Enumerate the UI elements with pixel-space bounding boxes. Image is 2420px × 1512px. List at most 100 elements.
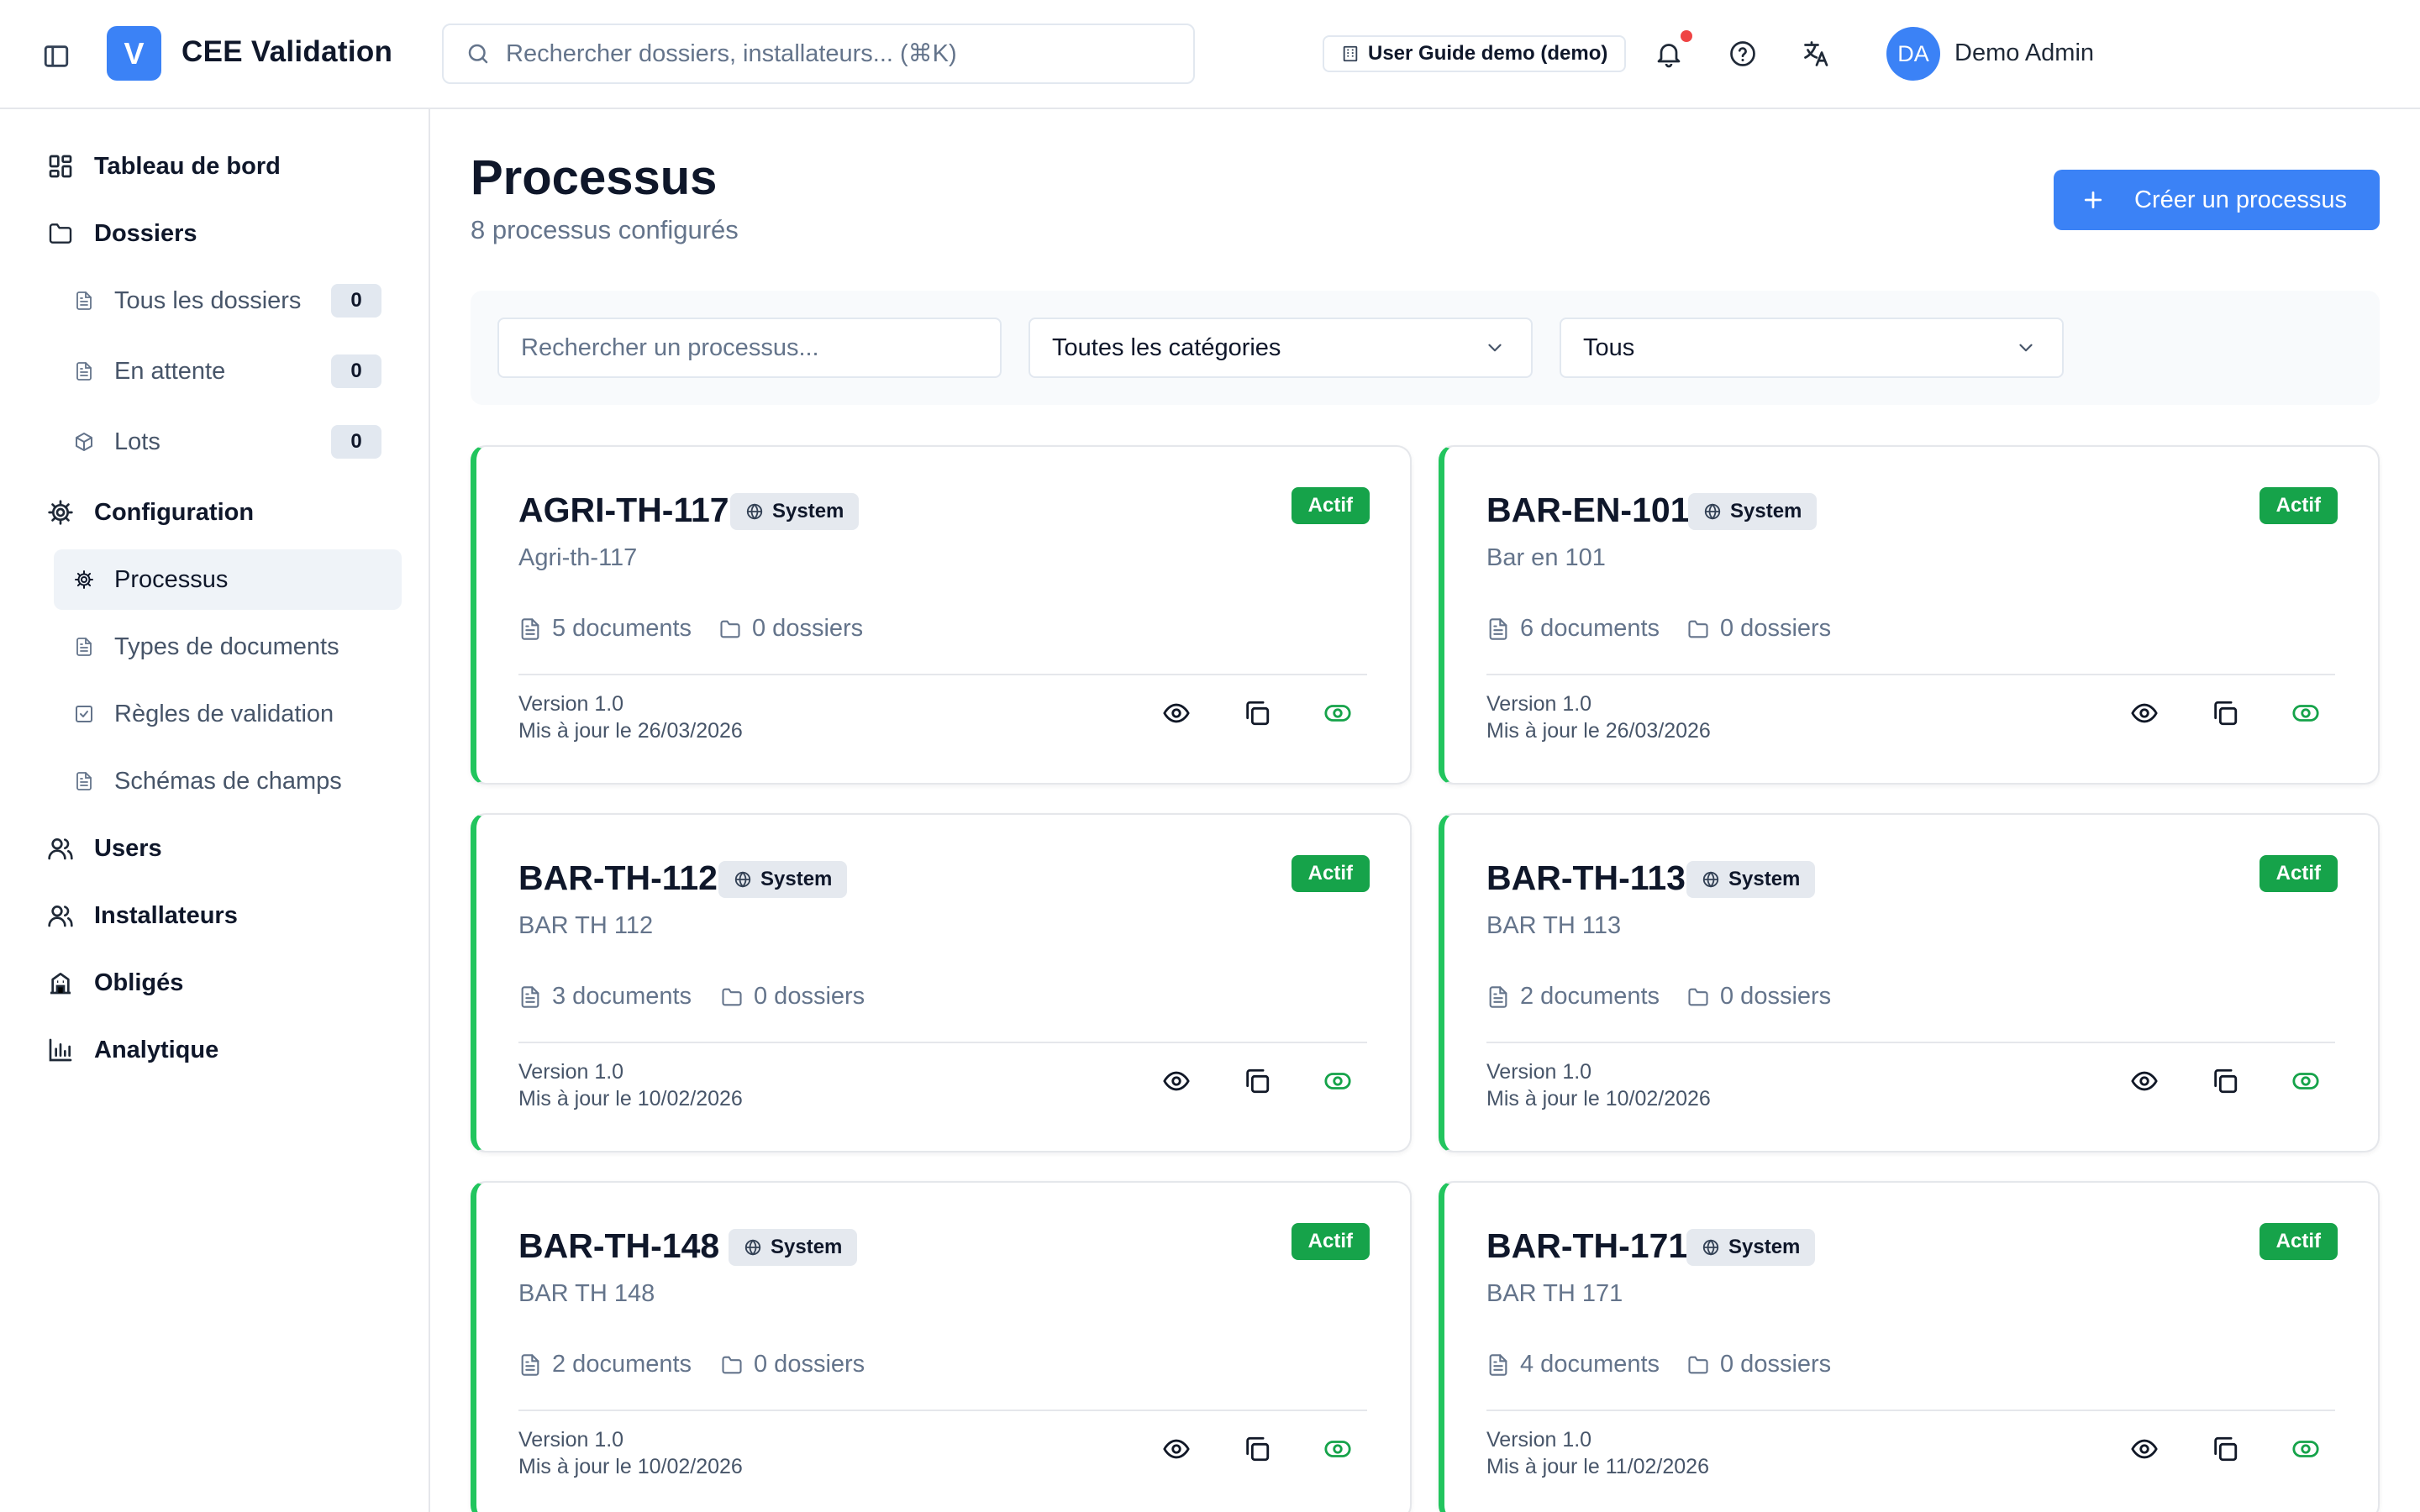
search-icon (466, 41, 491, 66)
status-select[interactable]: Tous (1560, 318, 2064, 378)
process-card[interactable]: BAR-EN-101 System Actif Bar en 101 6 doc… (1439, 445, 2380, 785)
document-icon (518, 985, 542, 1009)
process-version: Version 1.0 (1486, 1060, 1592, 1084)
toggle-active-icon[interactable] (2291, 1067, 2320, 1095)
toggle-active-icon[interactable] (1323, 1067, 1352, 1095)
sidebar-item-dashboard[interactable]: Tableau de bord (49, 141, 407, 192)
card-divider (1486, 674, 2335, 675)
process-code: BAR-TH-112 (518, 858, 718, 897)
view-icon[interactable] (2130, 1067, 2159, 1095)
duplicate-icon[interactable] (1243, 1435, 1271, 1463)
dossiers-count: 0 dossiers (720, 983, 865, 1011)
documents-count: 3 documents (518, 983, 692, 1011)
globe-icon (734, 870, 752, 889)
view-icon[interactable] (2130, 699, 2159, 727)
create-process-button[interactable]: Créer un processus (2054, 170, 2380, 230)
sidebar-item-label: Schémas de champs (114, 767, 342, 795)
status-badge: Actif (1291, 487, 1370, 524)
process-card[interactable]: AGRI-TH-117 System Actif Agri-th-117 5 d… (471, 445, 1412, 785)
user-name[interactable]: Demo Admin (1954, 39, 2094, 67)
view-icon[interactable] (1162, 1067, 1191, 1095)
toggle-active-icon[interactable] (2291, 1435, 2320, 1463)
help-icon[interactable] (1728, 39, 1758, 69)
process-card[interactable]: BAR-TH-112 System Actif BAR TH 112 3 doc… (471, 813, 1412, 1152)
bell-icon[interactable] (1654, 39, 1684, 69)
view-icon[interactable] (1162, 699, 1191, 727)
dossiers-count-label: 0 dossiers (1720, 983, 1832, 1010)
process-code: BAR-TH-113 (1486, 858, 1686, 897)
sidebar-item-label: Users (94, 834, 162, 862)
sidebar-item-field-schemas[interactable]: Schémas de champs (54, 751, 402, 811)
sidebar-item-document-types[interactable]: Types de documents (54, 617, 402, 677)
sidebar-toggle-icon[interactable] (42, 42, 71, 71)
duplicate-icon[interactable] (1243, 1067, 1271, 1095)
process-version: Version 1.0 (1486, 1428, 1592, 1452)
sidebar-item-validation-rules[interactable]: Règles de validation (54, 684, 402, 744)
sidebar-item-users[interactable]: Users (54, 823, 407, 874)
folder-icon (1686, 617, 1710, 641)
process-card[interactable]: BAR-TH-113 System Actif BAR TH 113 2 doc… (1439, 813, 2380, 1152)
duplicate-icon[interactable] (1243, 699, 1271, 727)
system-badge: System (729, 1229, 858, 1266)
building-icon (47, 969, 74, 996)
status-badge: Actif (2259, 1223, 2338, 1260)
documents-count-label: 3 documents (552, 983, 692, 1010)
sidebar-item-label: Configuration (94, 498, 255, 526)
sidebar-item-lots[interactable]: Lots 0 (54, 412, 402, 472)
process-card[interactable]: BAR-TH-171 System Actif BAR TH 171 4 doc… (1439, 1181, 2380, 1512)
category-select[interactable]: Toutes les catégories (1028, 318, 1533, 378)
process-updated: Mis à jour le 26/03/2026 (1486, 719, 1711, 743)
documents-count-label: 4 documents (1520, 1351, 1660, 1378)
translate-icon[interactable] (1802, 39, 1832, 69)
system-badge: System (1688, 493, 1818, 530)
notification-dot (1681, 30, 1692, 42)
process-version: Version 1.0 (518, 1060, 624, 1084)
count-badge: 0 (331, 284, 381, 318)
status-badge: Actif (1291, 1223, 1370, 1260)
document-icon (74, 291, 94, 311)
view-icon[interactable] (1162, 1435, 1191, 1463)
global-search[interactable] (442, 24, 1195, 84)
documents-count-label: 2 documents (1520, 983, 1660, 1010)
sidebar-item-label: Obligés (94, 969, 184, 996)
sidebar-item-obliges[interactable]: Obligés (50, 958, 407, 1008)
global-search-input[interactable] (506, 39, 1193, 68)
sidebar-item-label: Processus (114, 565, 229, 593)
folder-icon (1686, 985, 1710, 1009)
toggle-active-icon[interactable] (2291, 699, 2320, 727)
dossiers-count-label: 0 dossiers (1720, 615, 1832, 642)
process-card[interactable]: BAR-TH-148 System Actif BAR TH 148 2 doc… (471, 1181, 1412, 1512)
duplicate-icon[interactable] (2211, 1435, 2239, 1463)
dossiers-count: 0 dossiers (1686, 615, 1831, 643)
toggle-active-icon[interactable] (1323, 1435, 1352, 1463)
dossiers-count-label: 0 dossiers (754, 1351, 865, 1378)
document-icon (518, 1353, 542, 1377)
documents-count-label: 6 documents (1520, 615, 1660, 642)
sidebar-item-analytics[interactable]: Analytique (49, 1025, 407, 1075)
demo-tenant-badge[interactable]: User Guide demo (demo) (1323, 35, 1627, 72)
sidebar-item-label: Analytique (94, 1036, 219, 1063)
duplicate-icon[interactable] (2211, 699, 2239, 727)
view-icon[interactable] (2130, 1435, 2159, 1463)
create-process-label: Créer un processus (2134, 186, 2348, 213)
card-divider (1486, 1042, 2335, 1043)
sidebar-item-pending[interactable]: En attente 0 (54, 341, 402, 402)
duplicate-icon[interactable] (2211, 1067, 2239, 1095)
sidebar-item-all-dossiers[interactable]: Tous les dossiers 0 (54, 270, 402, 331)
avatar[interactable]: DA (1886, 27, 1940, 81)
process-search-input[interactable] (497, 318, 1002, 378)
card-divider (518, 1410, 1367, 1411)
sidebar-item-installers[interactable]: Installateurs (54, 890, 407, 941)
sidebar-item-dossiers[interactable]: Dossiers (54, 208, 407, 259)
gear-icon (47, 499, 74, 526)
card-divider (518, 674, 1367, 675)
toggle-active-icon[interactable] (1323, 699, 1352, 727)
system-badge: System (718, 861, 848, 898)
plus-icon (2081, 187, 2106, 213)
sidebar-item-processus[interactable]: Processus (54, 549, 402, 610)
building-icon (1341, 45, 1360, 63)
documents-count: 6 documents (1486, 615, 1660, 643)
sidebar-item-configuration[interactable]: Configuration (54, 487, 407, 538)
documents-count-label: 2 documents (552, 1351, 692, 1378)
documents-count: 2 documents (518, 1351, 692, 1378)
